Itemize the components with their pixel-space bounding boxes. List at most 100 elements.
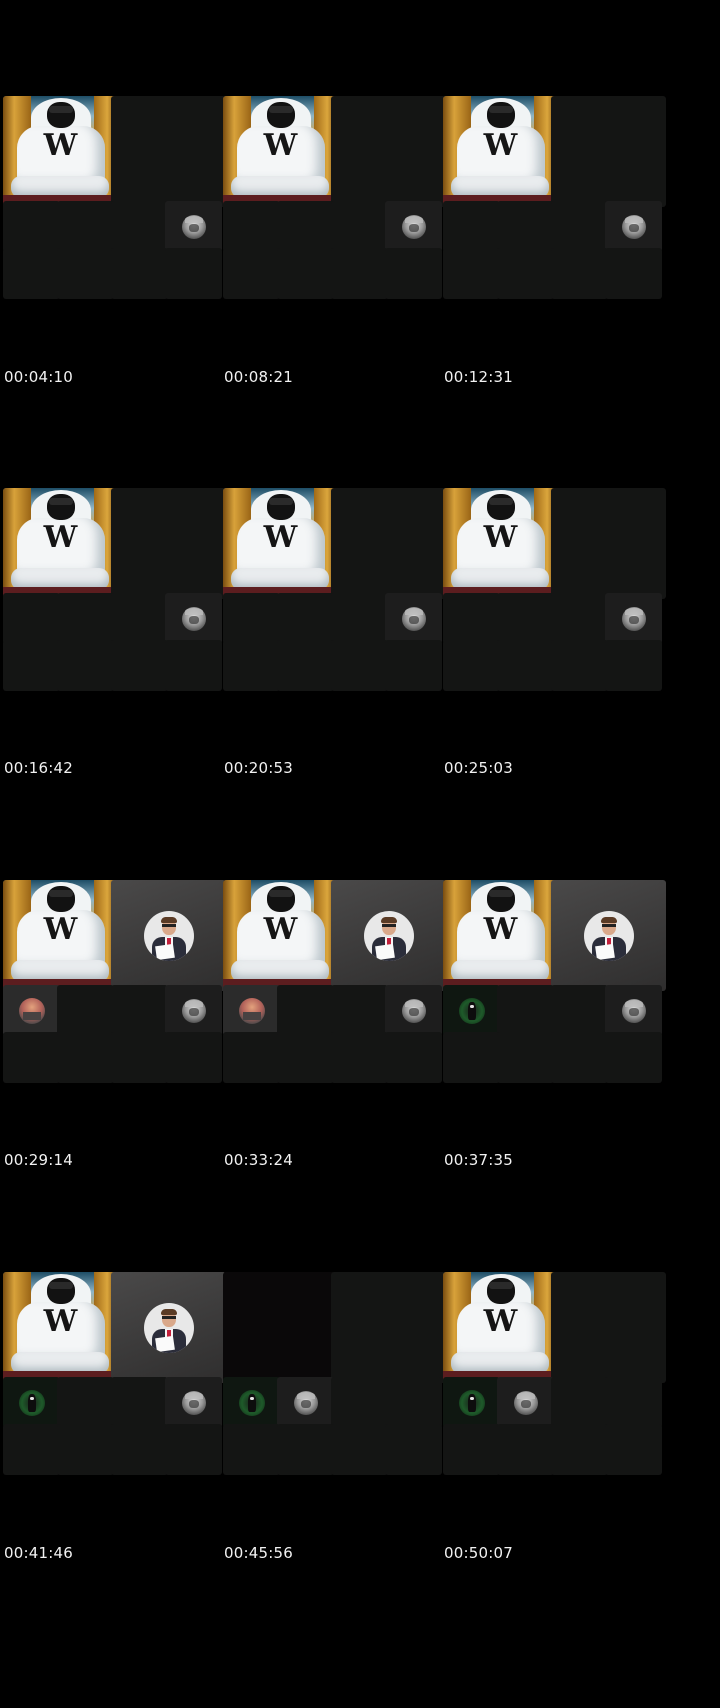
participant-tile[interactable] <box>551 1032 608 1083</box>
participant-tile[interactable] <box>605 593 662 644</box>
participant-tile[interactable] <box>223 640 280 691</box>
participant-tile[interactable] <box>443 640 500 691</box>
participant-tile[interactable] <box>57 1424 114 1475</box>
participant-tile[interactable] <box>165 985 222 1036</box>
participant-tile[interactable] <box>111 1424 168 1475</box>
participant-tile[interactable]: W <box>223 96 338 207</box>
participant-tile[interactable]: W <box>223 488 338 599</box>
participant-tile[interactable] <box>551 488 666 599</box>
participant-tile[interactable] <box>57 985 114 1036</box>
participant-tile[interactable] <box>551 201 608 252</box>
participant-tile[interactable] <box>331 201 388 252</box>
participant-tile[interactable] <box>165 201 222 252</box>
participant-tile[interactable] <box>111 488 226 599</box>
participant-tile[interactable] <box>443 201 500 252</box>
participant-tile[interactable] <box>385 248 442 299</box>
participant-tile[interactable] <box>443 985 500 1036</box>
participant-tile[interactable] <box>277 985 334 1036</box>
participant-tile[interactable] <box>111 96 226 207</box>
participant-tile[interactable] <box>331 96 446 207</box>
participant-tile[interactable] <box>497 640 554 691</box>
participant-tile[interactable] <box>551 593 608 644</box>
participant-tile[interactable] <box>605 985 662 1036</box>
participant-tile[interactable] <box>497 593 554 644</box>
video-frame[interactable]: W <box>3 1272 239 1495</box>
participant-tile[interactable] <box>3 201 60 252</box>
participant-tile[interactable] <box>331 880 446 991</box>
participant-tile[interactable] <box>3 593 60 644</box>
participant-tile[interactable]: W <box>3 96 118 207</box>
participant-tile[interactable] <box>605 201 662 252</box>
participant-tile[interactable] <box>111 248 168 299</box>
participant-tile[interactable] <box>3 1032 60 1083</box>
video-frame[interactable]: W <box>443 488 679 711</box>
participant-tile[interactable] <box>3 248 60 299</box>
participant-tile[interactable] <box>605 1424 662 1475</box>
participant-tile[interactable] <box>277 1377 334 1428</box>
participant-tile[interactable] <box>165 593 222 644</box>
participant-tile[interactable] <box>497 248 554 299</box>
participant-tile[interactable] <box>551 640 608 691</box>
participant-tile[interactable] <box>223 1032 280 1083</box>
participant-tile[interactable] <box>111 1377 168 1428</box>
participant-tile[interactable] <box>331 248 388 299</box>
video-frame[interactable]: W <box>3 96 239 319</box>
participant-tile[interactable]: W <box>443 1272 558 1383</box>
participant-tile[interactable] <box>551 1424 608 1475</box>
participant-tile[interactable] <box>443 1032 500 1083</box>
participant-tile[interactable] <box>443 1377 500 1428</box>
video-frame[interactable]: W <box>443 880 679 1103</box>
participant-tile[interactable] <box>551 96 666 207</box>
participant-tile[interactable]: W <box>3 488 118 599</box>
video-frame[interactable]: W <box>3 880 239 1103</box>
video-frame[interactable] <box>223 1272 459 1495</box>
participant-tile[interactable] <box>385 201 442 252</box>
participant-tile[interactable] <box>385 985 442 1036</box>
participant-tile[interactable] <box>443 1424 500 1475</box>
participant-tile[interactable] <box>223 985 280 1036</box>
participant-tile[interactable] <box>497 1032 554 1083</box>
participant-tile[interactable] <box>551 1377 608 1428</box>
participant-tile[interactable] <box>331 985 388 1036</box>
participant-tile[interactable] <box>57 593 114 644</box>
participant-tile[interactable]: W <box>3 1272 118 1383</box>
participant-tile[interactable] <box>497 1377 554 1428</box>
video-frame[interactable]: W <box>443 96 679 319</box>
participant-tile[interactable] <box>443 248 500 299</box>
participant-tile[interactable] <box>277 640 334 691</box>
participant-tile[interactable] <box>223 1377 280 1428</box>
participant-tile[interactable] <box>331 1377 388 1428</box>
participant-tile[interactable] <box>111 1032 168 1083</box>
participant-tile[interactable] <box>385 1032 442 1083</box>
participant-tile[interactable] <box>551 1272 666 1383</box>
participant-tile[interactable] <box>497 985 554 1036</box>
participant-tile[interactable]: W <box>443 96 558 207</box>
participant-tile[interactable] <box>3 985 60 1036</box>
participant-tile[interactable] <box>605 640 662 691</box>
participant-tile[interactable] <box>277 1424 334 1475</box>
participant-tile[interactable] <box>605 1377 662 1428</box>
participant-tile[interactable] <box>551 880 666 991</box>
participant-tile[interactable] <box>57 1032 114 1083</box>
participant-tile[interactable] <box>277 593 334 644</box>
video-frame[interactable]: W <box>223 488 459 711</box>
video-frame[interactable]: W <box>443 1272 679 1495</box>
participant-tile[interactable] <box>57 640 114 691</box>
participant-tile[interactable] <box>3 640 60 691</box>
participant-tile[interactable] <box>3 1377 60 1428</box>
participant-tile[interactable] <box>57 201 114 252</box>
participant-tile[interactable] <box>277 1032 334 1083</box>
participant-tile[interactable] <box>57 1377 114 1428</box>
participant-tile[interactable] <box>165 248 222 299</box>
participant-tile[interactable] <box>57 248 114 299</box>
participant-tile[interactable] <box>111 640 168 691</box>
participant-tile[interactable] <box>223 201 280 252</box>
participant-tile[interactable] <box>331 640 388 691</box>
participant-tile[interactable] <box>443 593 500 644</box>
participant-tile[interactable] <box>331 1424 388 1475</box>
participant-tile[interactable] <box>385 593 442 644</box>
participant-tile[interactable] <box>331 1032 388 1083</box>
participant-tile[interactable] <box>111 985 168 1036</box>
participant-tile[interactable]: W <box>443 880 558 991</box>
participant-tile[interactable] <box>331 1272 446 1383</box>
